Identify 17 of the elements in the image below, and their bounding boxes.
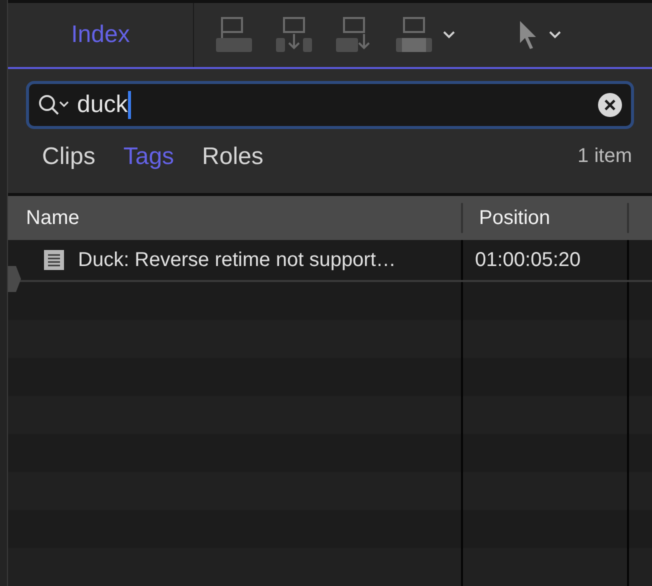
- item-count: 1 item: [578, 145, 633, 168]
- clear-icon[interactable]: [597, 92, 623, 118]
- overwrite-clip-icon[interactable]: [394, 16, 434, 54]
- table-cell: 01:00:05:20: [475, 248, 581, 272]
- note-icon: [44, 250, 64, 270]
- column-header[interactable]: Position: [461, 203, 627, 233]
- chevron-down-icon[interactable]: [548, 30, 562, 40]
- search-icon[interactable]: [37, 92, 71, 117]
- filter-tab[interactable]: Clips: [42, 142, 96, 171]
- filter-tab[interactable]: Roles: [202, 142, 264, 171]
- search-text: duck: [77, 90, 128, 119]
- column-header[interactable]: Name: [8, 206, 461, 230]
- search-field[interactable]: duck: [26, 80, 634, 129]
- table-cell: Duck: Reverse retime not support…: [78, 248, 396, 272]
- connect-clip-icon[interactable]: [214, 16, 254, 54]
- chevron-down-icon[interactable]: [442, 30, 456, 40]
- insert-clip-icon[interactable]: [274, 16, 314, 54]
